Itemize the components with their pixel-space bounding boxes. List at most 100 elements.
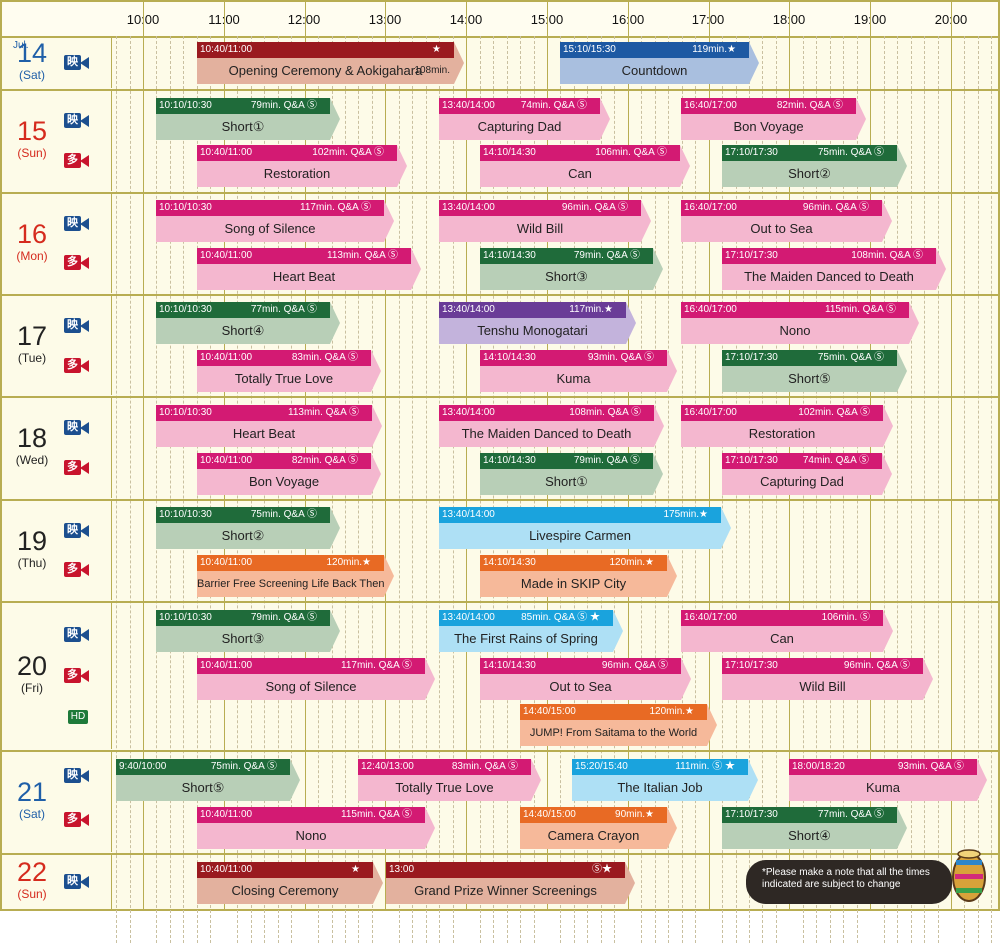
screening-event[interactable]: 15:10/15:30 119min.★ Countdown (560, 42, 759, 84)
arrow-tip-icon (371, 350, 381, 392)
event-title: Heart Beat (232, 426, 296, 441)
event-time: 10:40/11:00 (200, 455, 253, 466)
event-duration-note: 82min. Q&A Ⓢ (776, 100, 843, 111)
screening-event[interactable]: 10:40/11:00 113min. Q&A Ⓢ Heart Beat (197, 248, 421, 290)
event-title: Nono (295, 828, 327, 843)
arrow-tip-icon (613, 610, 623, 652)
screening-event[interactable]: 13:40/14:00 108min. Q&A Ⓢ The Maiden Dance… (439, 405, 664, 447)
screening-event[interactable]: 17:10/17:30 96min. Q&A Ⓢ Wild Bill (722, 658, 933, 700)
event-duration-note: 117min.★ (569, 304, 613, 315)
screening-event[interactable]: 10:10/10:30 77min. Q&A Ⓢ Short④ (156, 302, 340, 344)
arrow-tip-icon (882, 200, 892, 242)
screening-event[interactable]: 17:10/17:30 108min. Q&A Ⓢ The Maiden Dance… (722, 248, 946, 290)
minute-gridline (116, 36, 117, 943)
multipurpose-badge-icon: 多 (64, 812, 90, 827)
screening-event[interactable]: 10:40/11:00 ★ Opening Ceremony & Aokigahar… (197, 42, 464, 84)
screening-event[interactable]: 18:00/18:20 93min. Q&A Ⓢ Kuma (789, 759, 987, 801)
arrow-tip-icon (425, 807, 435, 849)
event-duration-note: 106min. Q&A Ⓢ (595, 147, 667, 158)
screening-event[interactable]: 17:10/17:30 75min. Q&A Ⓢ Short⑤ (722, 350, 907, 392)
screening-event[interactable]: 10:40/11:00 ★ Closing Ceremony (197, 862, 383, 904)
arrow-tip-icon (625, 862, 635, 904)
screening-event[interactable]: 13:40/14:00 117min.★ Tenshu Monogatari (439, 302, 636, 344)
screening-event[interactable]: 14:10/14:30 120min.★ Made in SKIP City (480, 555, 677, 597)
screening-event[interactable]: 13:40/14:00 96min. Q&A Ⓢ Wild Bill (439, 200, 651, 242)
screening-event[interactable]: 14:10/14:30 79min. Q&A Ⓢ Short① (480, 453, 663, 495)
screening-event[interactable]: 10:10/10:30 75min. Q&A Ⓢ Short② (156, 507, 340, 549)
screening-event[interactable]: 14:10/14:30 96min. Q&A Ⓢ Out to Sea (480, 658, 691, 700)
hour-label: 12:00 (287, 12, 321, 27)
screening-event[interactable]: 15:20/15:40 111min. Ⓢ ★ The Italian Job (572, 759, 758, 801)
screening-badge-icon: 映 (64, 55, 90, 70)
event-time: 10:10/10:30 (159, 509, 212, 520)
screening-event[interactable]: 10:40/11:00 102min. Q&A Ⓢ Restoration (197, 145, 407, 187)
event-time: 14:10/14:30 (483, 557, 536, 568)
day-number: 15 (16, 116, 48, 146)
screening-event[interactable]: 10:40/11:00 120min.★ Barrier Free Screenin… (197, 555, 394, 597)
event-duration-note: 74min. Q&A Ⓢ (802, 455, 869, 466)
event-title: Can (770, 631, 794, 646)
event-time: 13:40/14:00 (442, 612, 495, 623)
event-time: 13:40/14:00 (442, 304, 495, 315)
screening-event[interactable]: 9:40/10:00 75min. Q&A Ⓢ Short⑤ (116, 759, 300, 801)
screening-event[interactable]: 10:40/11:00 82min. Q&A Ⓢ Bon Voyage (197, 453, 381, 495)
event-time: 16:40/17:00 (684, 202, 737, 213)
screening-event[interactable]: 14:10/14:30 79min. Q&A Ⓢ Short③ (480, 248, 663, 290)
screening-event[interactable]: 16:40/17:00 96min. Q&A Ⓢ Out to Sea (681, 200, 892, 242)
day-weekday: (Mon) (16, 248, 48, 263)
arrow-tip-icon (411, 248, 421, 290)
screening-badge-icon: 映 (64, 523, 90, 538)
event-duration-note: 93min. Q&A Ⓢ (897, 761, 964, 772)
screening-event[interactable]: 10:40/11:00 83min. Q&A Ⓢ Totally True Love (197, 350, 381, 392)
screening-event[interactable]: 10:40/11:00 115min. Q&A Ⓢ Nono (197, 807, 435, 849)
event-time: 13:40/14:00 (442, 202, 495, 213)
arrow-tip-icon (923, 658, 933, 700)
screening-event[interactable]: 16:40/17:00 115min. Q&A Ⓢ Nono (681, 302, 919, 344)
event-duration-note: 119min.★ (692, 44, 736, 55)
screening-event[interactable]: 10:40/11:00 117min. Q&A Ⓢ Song of Silence (197, 658, 435, 700)
event-title: Capturing Dad (477, 119, 562, 134)
screening-event[interactable]: 10:10/10:30 113min. Q&A Ⓢ Heart Beat (156, 405, 382, 447)
minute-gridline (453, 36, 454, 943)
event-title: Grand Prize Winner Screenings (414, 883, 597, 898)
event-duration-note: 75min. Q&A Ⓢ (817, 147, 884, 158)
arrow-tip-icon (667, 555, 677, 597)
screening-event[interactable]: 13:40/14:00 74min. Q&A Ⓢ Capturing Dad (439, 98, 610, 140)
screening-event[interactable]: 14:40/15:00 90min.★ Camera Crayon (520, 807, 677, 849)
screening-event[interactable]: 17:10/17:30 74min. Q&A Ⓢ Capturing Dad (722, 453, 892, 495)
arrow-tip-icon (371, 453, 381, 495)
screening-event[interactable]: 14:40/15:00 120min.★ JUMP! From Saitama to… (520, 704, 717, 746)
arrow-tip-icon (936, 248, 946, 290)
minute-gridline (924, 36, 925, 943)
event-title: Totally True Love (395, 780, 494, 795)
screening-badge-icon: 映 (64, 420, 90, 435)
arrow-tip-icon (681, 658, 691, 700)
screening-event[interactable]: 16:40/17:00 82min. Q&A Ⓢ Bon Voyage (681, 98, 866, 140)
screening-event[interactable]: 14:10/14:30 106min. Q&A Ⓢ Can (480, 145, 690, 187)
day-weekday: (Sat) (18, 68, 45, 82)
multipurpose-badge-icon: 多 (64, 153, 90, 168)
event-title: Short④ (221, 323, 265, 338)
screening-badge-icon: 映 (64, 874, 90, 889)
screening-event[interactable]: 10:10/10:30 79min. Q&A Ⓢ Short③ (156, 610, 340, 652)
screening-event[interactable]: 10:10/10:30 79min. Q&A Ⓢ Short① (156, 98, 340, 140)
screening-event[interactable]: 13:00 Ⓢ★ Grand Prize Winner Screenings (386, 862, 635, 904)
screening-event[interactable]: 13:40/14:00 175min.★ Livespire Carmen (439, 507, 731, 549)
screening-event[interactable]: 17:10/17:30 77min. Q&A Ⓢ Short④ (722, 807, 907, 849)
event-duration-note: 75min. Q&A Ⓢ (210, 761, 277, 772)
screening-event[interactable]: 16:40/17:00 106min. Ⓢ Can (681, 610, 893, 652)
screening-event[interactable]: 13:40/14:00 85min. Q&A Ⓢ ★ The First Rains… (439, 610, 623, 652)
event-time: 10:40/11:00 (200, 660, 253, 671)
screening-event[interactable]: 10:10/10:30 117min. Q&A Ⓢ Song of Silence (156, 200, 394, 242)
arrow-tip-icon (883, 405, 893, 447)
event-title: Tenshu Monogatari (477, 323, 588, 338)
screening-event[interactable]: 14:10/14:30 93min. Q&A Ⓢ Kuma (480, 350, 677, 392)
event-duration-note: 96min. Q&A Ⓢ (561, 202, 628, 213)
screening-event[interactable]: 16:40/17:00 102min. Q&A Ⓢ Restoration (681, 405, 893, 447)
screening-event[interactable]: 12:40/13:00 83min. Q&A Ⓢ Totally True Love (358, 759, 541, 801)
event-duration-note: 75min. Q&A Ⓢ (817, 352, 884, 363)
event-duration-note: ★ (432, 44, 441, 55)
event-duration-note: 79min. Q&A Ⓢ (250, 612, 317, 623)
screening-event[interactable]: 17:10/17:30 75min. Q&A Ⓢ Short② (722, 145, 907, 187)
minute-gridline (156, 36, 157, 943)
